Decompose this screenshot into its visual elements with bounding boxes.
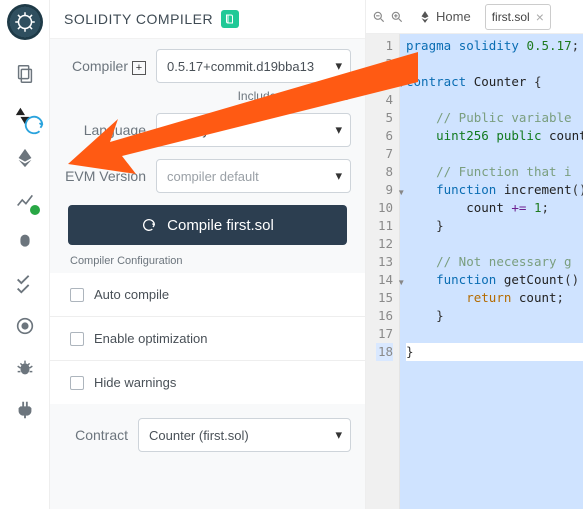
file-tab[interactable]: first.sol ×: [485, 4, 551, 30]
panel-title: SOLIDITY COMPILER: [64, 11, 213, 27]
compiler-label: Compiler+: [64, 58, 146, 75]
analysis-icon[interactable]: [11, 186, 39, 214]
editor-tabs: Home first.sol ×: [366, 0, 583, 34]
code-editor[interactable]: 123▾456789▾1011121314▾15161718 pragma so…: [366, 34, 583, 509]
bug-icon[interactable]: [11, 354, 39, 382]
editor-area: Home first.sol × 123▾456789▾1011121314▾1…: [366, 0, 583, 509]
auto-compile-row[interactable]: Auto compile: [50, 273, 365, 317]
left-iconbar: [0, 0, 50, 509]
chevron-down-icon: ▾: [335, 58, 342, 74]
unit-testing-icon[interactable]: [11, 270, 39, 298]
language-label: Language: [64, 122, 146, 138]
status-ok-badge: [28, 203, 42, 217]
docs-icon[interactable]: [221, 10, 239, 28]
evm-label: EVM Version: [64, 168, 146, 184]
contract-label: Contract: [64, 427, 128, 443]
chevron-down-icon: ▾: [335, 427, 342, 443]
home-tab[interactable]: Home: [410, 9, 479, 24]
enable-optimization-row[interactable]: Enable optimization: [50, 317, 365, 361]
compile-button[interactable]: Compile first.sol: [68, 205, 347, 245]
ethereum-icon: [418, 10, 432, 24]
remix-logo[interactable]: [7, 4, 43, 40]
evm-select[interactable]: compiler default ▾: [156, 159, 351, 193]
file-explorer-icon[interactable]: [11, 60, 39, 88]
settings-plug-icon[interactable]: [11, 396, 39, 424]
zoom-out-icon[interactable]: [372, 10, 386, 24]
language-select[interactable]: Solidity ▾: [156, 113, 351, 147]
debugger-icon[interactable]: [11, 228, 39, 256]
checkbox[interactable]: [70, 376, 84, 390]
compiler-panel: SOLIDITY COMPILER Compiler+ 0.5.17+commi…: [50, 0, 366, 509]
solidity-compiler-icon[interactable]: [11, 102, 39, 130]
chevron-down-icon: ▾: [335, 168, 342, 184]
add-compiler-icon[interactable]: +: [132, 61, 146, 75]
zoom-in-icon[interactable]: [390, 10, 404, 24]
compiler-select[interactable]: 0.5.17+commit.d19bba13 ▾: [156, 49, 351, 83]
contract-select[interactable]: Counter (first.sol) ▾: [138, 418, 351, 452]
config-title: Compiler Configuration: [50, 245, 365, 273]
hide-warnings-row[interactable]: Hide warnings: [50, 361, 365, 404]
deploy-run-icon[interactable]: [11, 144, 39, 172]
chevron-down-icon: ▾: [335, 122, 342, 138]
nightly-note: Include nightly builds: [64, 89, 349, 103]
plugin-manager-icon[interactable]: [11, 312, 39, 340]
checkbox[interactable]: [70, 288, 84, 302]
close-icon[interactable]: ×: [536, 9, 544, 25]
checkbox[interactable]: [70, 332, 84, 346]
